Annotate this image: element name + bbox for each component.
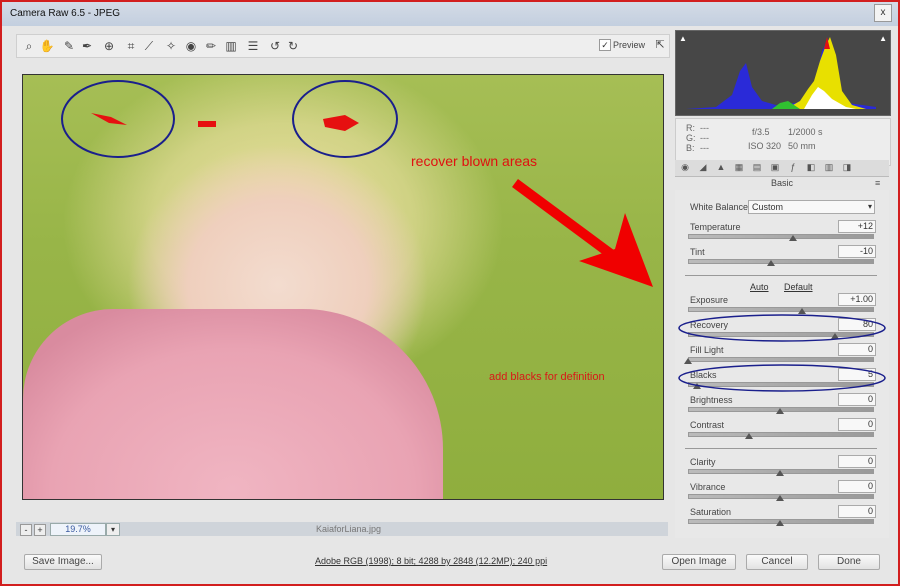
- white-balance-tool-icon[interactable]: ✎: [61, 38, 77, 54]
- iso: ISO 320: [748, 141, 782, 151]
- preferences-icon[interactable]: ☰: [245, 38, 261, 54]
- zoom-out-button[interactable]: -: [20, 524, 32, 536]
- workflow-options-link[interactable]: Adobe RGB (1998); 8 bit; 4288 by 2848 (1…: [315, 556, 547, 566]
- file-name: KaiaforLiana.jpg: [316, 524, 382, 534]
- rgb-readout: R: --- G: --- B: --- f/3.5 1/2000 s ISO …: [675, 118, 891, 166]
- settings-panel: ▲ ▲ R: --- G: --- B: --- f/3.5 1/2000 s …: [675, 30, 891, 538]
- recovery-circle: [678, 314, 886, 342]
- tab-basic[interactable]: ◉: [679, 161, 691, 173]
- blown-highlight-right: [323, 115, 359, 131]
- spot-removal-icon[interactable]: ✧: [163, 38, 179, 54]
- panel-tabs: ◉ ◢ ▲ ▦ ▤ ▣ ƒ ◧ ▥ ◨: [675, 160, 889, 177]
- title-bar: Camera Raw 6.5 - JPEG x: [2, 2, 898, 26]
- camera-raw-window: Camera Raw 6.5 - JPEG x ⌕ ✋ ✎ ✒ ⊕ ⌗ ⟋ ✧ …: [0, 0, 900, 586]
- annotation-blacks: add blacks for definition: [489, 371, 605, 383]
- tab-presets[interactable]: ▥: [823, 161, 835, 173]
- g-value: ---: [700, 133, 709, 143]
- panel-menu-icon[interactable]: ≡: [875, 176, 885, 190]
- blown-highlight-left: [91, 113, 127, 125]
- bottom-bar: Save Image... Adobe RGB (1998); 8 bit; 4…: [2, 548, 898, 584]
- close-button[interactable]: x: [874, 4, 892, 22]
- section-title: Basic: [770, 178, 793, 188]
- adjustment-brush-icon[interactable]: ✏: [203, 38, 219, 54]
- tab-hsl[interactable]: ▦: [733, 161, 745, 173]
- tab-snapshots[interactable]: ◨: [841, 161, 853, 173]
- photo-annotations: [61, 80, 653, 287]
- zoom-in-button[interactable]: +: [34, 524, 46, 536]
- histogram: ▲ ▲: [675, 30, 891, 116]
- zoom-bar: - + 19.7% ▾ KaiaforLiana.jpg: [16, 522, 668, 536]
- target-adjust-icon[interactable]: ⊕: [101, 38, 117, 54]
- annotation-recover: recover blown areas: [411, 153, 538, 169]
- rotate-right-icon[interactable]: ↻: [285, 38, 301, 54]
- zoom-tool-icon[interactable]: ⌕: [21, 38, 37, 54]
- tab-effects[interactable]: ƒ: [787, 161, 799, 173]
- focal-length: 50 mm: [788, 141, 816, 151]
- tab-lens[interactable]: ▣: [769, 161, 781, 173]
- tab-detail[interactable]: ▲: [715, 161, 727, 173]
- tab-split-toning[interactable]: ▤: [751, 161, 763, 173]
- zoom-dropdown-icon[interactable]: ▾: [106, 523, 120, 536]
- preview-checkbox[interactable]: ✓: [599, 39, 611, 51]
- crop-tool-icon[interactable]: ⌗: [123, 38, 139, 54]
- aperture: f/3.5: [752, 127, 770, 137]
- tool-bar: ⌕ ✋ ✎ ✒ ⊕ ⌗ ⟋ ✧ ◉ ✏ ▥ ☰ ↺ ↻ ✓ Preview ⇱: [16, 34, 670, 58]
- b-label: B:: [686, 143, 695, 153]
- red-eye-icon[interactable]: ◉: [183, 38, 199, 54]
- preview-label: Preview: [613, 40, 646, 50]
- done-button[interactable]: Done: [818, 554, 880, 570]
- rotate-left-icon[interactable]: ↺: [267, 38, 283, 54]
- shutter-speed: 1/2000 s: [788, 127, 823, 137]
- arrow-shaft: [512, 178, 626, 268]
- window-title: Camera Raw 6.5 - JPEG: [10, 8, 121, 19]
- r-label: R:: [686, 123, 695, 133]
- b-value: ---: [700, 143, 709, 153]
- color-sampler-icon[interactable]: ✒: [79, 38, 95, 54]
- tab-camera-calibration[interactable]: ◧: [805, 161, 817, 173]
- cancel-button[interactable]: Cancel: [746, 554, 808, 570]
- open-image-button[interactable]: Open Image: [662, 554, 736, 570]
- histogram-graph: [686, 37, 876, 109]
- highlight-clipping-icon[interactable]: ▲: [879, 34, 887, 43]
- tab-tone-curve[interactable]: ◢: [697, 161, 709, 173]
- hand-tool-icon[interactable]: ✋: [39, 38, 55, 54]
- zoom-level-field[interactable]: 19.7%: [50, 523, 106, 536]
- straighten-tool-icon[interactable]: ⟋: [141, 38, 157, 54]
- g-label: G:: [686, 133, 696, 143]
- arrow-head: [579, 213, 653, 287]
- blacks-circle: [678, 364, 886, 392]
- image-preview[interactable]: recover blown areas add blacks for defin…: [22, 74, 664, 500]
- histogram-blue: [686, 39, 876, 109]
- basic-adjustments: White Balance: Custom ▾ Temperature +12 T…: [675, 190, 889, 538]
- fullscreen-icon[interactable]: ⇱: [653, 38, 667, 52]
- r-value: ---: [700, 123, 709, 133]
- save-image-button[interactable]: Save Image...: [24, 554, 102, 570]
- blown-area-circle-left: [61, 80, 175, 158]
- shadow-clipping-icon[interactable]: ▲: [679, 34, 687, 43]
- blown-highlight-center: [198, 121, 216, 127]
- graduated-filter-icon[interactable]: ▥: [223, 38, 239, 54]
- panel-annotations: [678, 314, 886, 392]
